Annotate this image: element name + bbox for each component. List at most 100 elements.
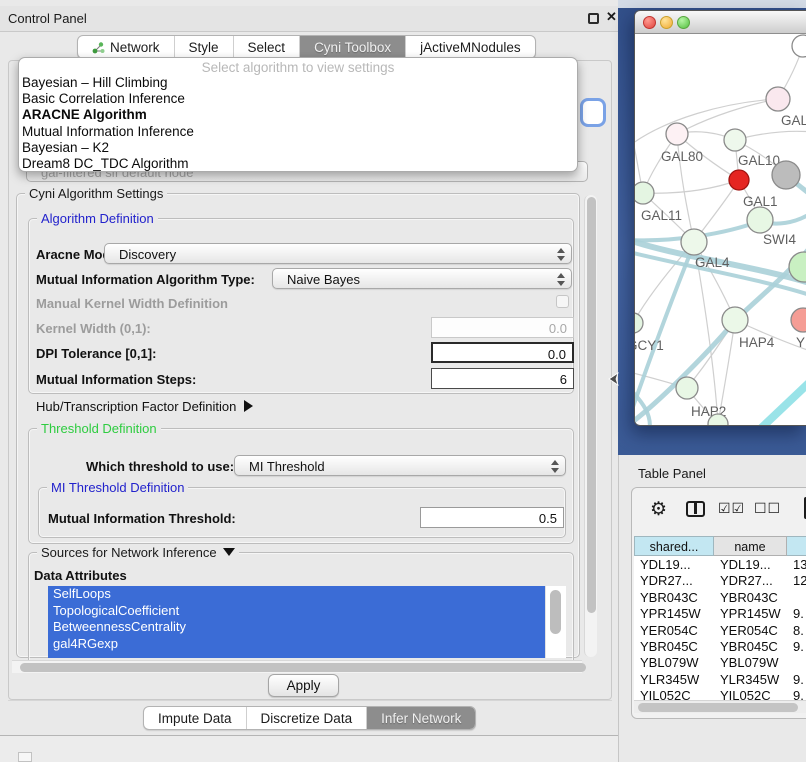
gear-icon[interactable]: ⚙	[650, 498, 667, 521]
network-window: GALGAL80GAL10GAL1GAL11SWI4GAL4GCY1HAP4YH…	[634, 10, 806, 426]
tab-label: Style	[189, 40, 219, 55]
table-cell: YLR345W	[634, 671, 714, 687]
select-all-checkboxes-icon[interactable]: ☑☑	[718, 500, 745, 517]
network-graph: GALGAL80GAL10GAL1GAL11SWI4GAL4GCY1HAP4YH…	[635, 34, 806, 426]
algorithm-option[interactable]: Bayesian – K2	[19, 140, 577, 156]
cyni-algorithm-settings-title: Cyni Algorithm Settings	[25, 186, 167, 201]
zoom-traffic-light-icon[interactable]	[677, 16, 690, 29]
table-horizontal-scrollbar[interactable]	[634, 700, 806, 713]
aracne-mode-combo[interactable]: Discovery	[104, 243, 572, 264]
table-cell: 9.	[787, 687, 806, 700]
subtab-discretize-data[interactable]: Discretize Data	[247, 707, 368, 729]
attribute-item[interactable]: TopologicalCoefficient	[48, 603, 545, 620]
hub-definition-toggle[interactable]: Hub/Transcription Factor Definition	[36, 399, 253, 414]
table-row[interactable]: YDR27...YDR27...12	[634, 572, 806, 588]
algorithm-option[interactable]: Mutual Information Inference	[19, 124, 577, 140]
control-panel-title: Control Panel	[8, 11, 87, 26]
tab-select[interactable]: Select	[234, 36, 301, 58]
network-node	[635, 182, 654, 204]
network-node-label: SWI4	[763, 232, 796, 247]
network-window-titlebar	[635, 11, 806, 34]
table-row[interactable]: YDL19...YDL19...13	[634, 556, 806, 572]
table-cell: 13	[787, 556, 806, 572]
table-cell: YPR145W	[634, 605, 714, 621]
table-row[interactable]: YER054CYER054C8.	[634, 622, 806, 638]
table-row[interactable]: YBR043CYBR043C	[634, 589, 806, 605]
table-cell: YBR043C	[634, 589, 714, 605]
node-table[interactable]: shared...nameYDL19...YDL19...13YDR27...Y…	[634, 536, 806, 700]
algorithm-list: Bayesian – Hill ClimbingBasic Correlatio…	[19, 75, 577, 172]
close-icon[interactable]: ✕	[606, 9, 617, 25]
column-header[interactable]: name	[714, 536, 787, 556]
network-edge	[677, 99, 778, 134]
threshold-definition-title: Threshold Definition	[37, 421, 161, 436]
algorithm-dropdown-popup: Select algorithm to view settings Bayesi…	[18, 57, 578, 172]
attribute-item[interactable]: BetweennessCentrality	[48, 619, 545, 636]
inference-algorithm-combo-fragment[interactable]	[580, 98, 606, 127]
attributes-scrollbar[interactable]	[545, 586, 566, 658]
tab-network[interactable]: Network	[78, 36, 175, 58]
columns-icon[interactable]	[686, 501, 705, 517]
sources-title[interactable]: Sources for Network Inference	[37, 545, 239, 560]
manual-kernel-label: Manual Kernel Width Definition	[36, 296, 228, 311]
tab-label: jActiveMNodules	[420, 40, 521, 55]
collapsed-panel-icon[interactable]	[18, 752, 32, 762]
settings-viewport: Cyni Algorithm Settings Algorithm Defini…	[10, 186, 602, 676]
manual-kernel-checkbox[interactable]	[556, 295, 569, 308]
table-row[interactable]: YLR345WYLR345W9.	[634, 671, 806, 687]
which-threshold-value: MI Threshold	[249, 459, 325, 474]
subtab-infer-network[interactable]: Infer Network	[367, 707, 475, 729]
tab-cyni-toolbox[interactable]: Cyni Toolbox	[300, 36, 406, 58]
data-attributes-list[interactable]: SelfLoopsTopologicalCoefficientBetweenne…	[48, 586, 545, 658]
settings-vertical-scrollbar[interactable]	[584, 195, 597, 657]
algorithm-option[interactable]: ARACNE Algorithm	[19, 107, 577, 123]
mi-steps-field[interactable]: 6	[431, 368, 574, 389]
algorithm-option[interactable]: Dream8 DC_TDC Algorithm	[19, 156, 577, 172]
tab-jactivemnodules[interactable]: jActiveMNodules	[406, 36, 535, 58]
minimize-traffic-light-icon[interactable]	[660, 16, 673, 29]
column-header[interactable]: shared...	[634, 536, 714, 556]
subtab-impute-data[interactable]: Impute Data	[144, 707, 247, 729]
network-node-label: GAL11	[641, 208, 682, 223]
attribute-item[interactable]: gal4RGexp	[48, 636, 545, 653]
table-row[interactable]: YBL079WYBL079W	[634, 654, 806, 670]
table-cell: YER054C	[634, 622, 714, 638]
network-node	[766, 87, 790, 111]
mi-threshold-field[interactable]: 0.5	[420, 507, 564, 528]
attribute-item[interactable]: SelfLoops	[48, 586, 545, 603]
network-edge	[643, 180, 739, 193]
table-cell: YIL052C	[714, 687, 787, 700]
apply-button[interactable]: Apply	[268, 674, 339, 697]
which-threshold-combo[interactable]: MI Threshold	[234, 455, 566, 476]
table-cell: YBL079W	[714, 654, 787, 670]
table-cell: 9.	[787, 605, 806, 621]
network-icon	[92, 41, 105, 54]
close-traffic-light-icon[interactable]	[643, 16, 656, 29]
table-panel-title: Table Panel	[638, 466, 706, 481]
mi-steps-label: Mutual Information Steps:	[36, 372, 196, 387]
table-row[interactable]: YPR145WYPR145W9.	[634, 605, 806, 621]
column-header[interactable]	[787, 536, 806, 556]
table-row[interactable]: YBR045CYBR045C9.	[634, 638, 806, 654]
network-node	[666, 123, 688, 145]
network-view[interactable]: GALGAL80GAL10GAL1GAL11SWI4GAL4GCY1HAP4YH…	[635, 34, 806, 426]
network-node	[792, 35, 806, 57]
control-panel-titlebar: Control Panel ✕	[0, 6, 619, 32]
deselect-all-checkboxes-icon[interactable]: ☐☐	[754, 500, 781, 517]
table-cell: YDR27...	[714, 572, 787, 588]
mi-type-combo[interactable]: Naive Bayes	[272, 268, 572, 289]
algorithm-option[interactable]: Basic Correlation Inference	[19, 91, 577, 107]
network-node	[747, 207, 773, 233]
settings-horizontal-scrollbar[interactable]	[12, 660, 582, 673]
table-row[interactable]: YIL052CYIL052C9.	[634, 687, 806, 700]
kernel-width-field[interactable]: 0.0	[431, 317, 574, 338]
algorithm-option[interactable]: Bayesian – Hill Climbing	[19, 75, 577, 91]
dpi-tolerance-field[interactable]: 0.0	[431, 342, 574, 363]
table-cell: YPR145W	[714, 605, 787, 621]
float-window-icon[interactable]	[588, 13, 599, 24]
network-node-label: HAP4	[739, 335, 775, 350]
network-node	[676, 377, 698, 399]
tab-label: Select	[248, 40, 286, 55]
tab-style[interactable]: Style	[175, 36, 234, 58]
table-cell: YBR045C	[634, 638, 714, 654]
